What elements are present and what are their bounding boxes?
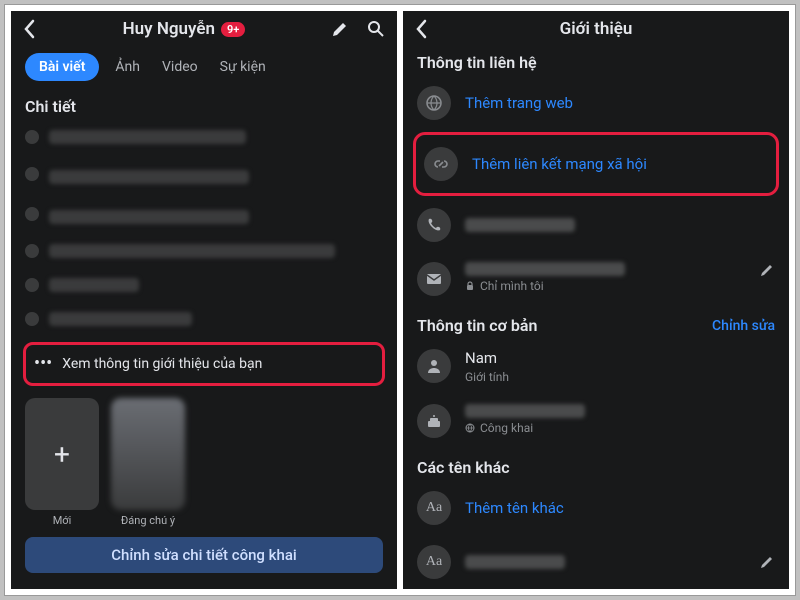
aa-icon: Aa [417, 491, 451, 525]
tab-events[interactable]: Sự kiện [214, 53, 272, 81]
add-website-label: Thêm trang web [465, 94, 775, 112]
add-other-name-label: Thêm tên khác [465, 499, 775, 517]
back-icon[interactable] [415, 19, 429, 39]
story-featured-card[interactable] [111, 398, 185, 510]
basic-info-title: Thông tin cơ bản Chỉnh sửa [403, 306, 789, 339]
other-name-value [465, 555, 565, 569]
edit-icon[interactable] [331, 20, 349, 38]
gender-value: Nam [465, 349, 775, 367]
detail-row [25, 164, 383, 184]
header-title: Huy Nguyễn 9+ [123, 19, 246, 39]
profile-screen: Huy Nguyễn 9+ Bài viết Ảnh Video Sự kiện… [11, 11, 397, 589]
story-new-label: Mới [25, 510, 99, 527]
phone-row[interactable] [403, 198, 789, 252]
privacy-public: Công khai [465, 421, 775, 435]
link-icon [424, 147, 458, 181]
email-row[interactable]: Chỉ mình tôi [403, 252, 789, 306]
other-name-row[interactable]: Aa [403, 535, 789, 589]
detail-row [25, 312, 383, 326]
phone-icon [417, 208, 451, 242]
globe-icon [417, 86, 451, 120]
profile-tabs: Bài viết Ảnh Video Sự kiện [11, 43, 397, 87]
plus-icon: + [54, 438, 70, 471]
edit-icon[interactable] [759, 554, 775, 570]
tab-videos[interactable]: Video [156, 53, 204, 81]
story-new-card[interactable]: + [25, 398, 99, 510]
story-featured-label: Đáng chú ý [111, 510, 185, 527]
header: Giới thiệu [403, 11, 789, 43]
detail-row [25, 204, 383, 224]
header: Huy Nguyễn 9+ [11, 11, 397, 43]
detail-row [25, 278, 383, 292]
profile-name: Huy Nguyễn [123, 19, 215, 39]
gender-sublabel: Giới tính [465, 370, 775, 384]
more-icon: ••• [34, 355, 52, 373]
edit-basic-link[interactable]: Chỉnh sửa [712, 318, 775, 334]
detail-row [25, 130, 383, 144]
add-social-link-highlight: Thêm liên kết mạng xã hội [413, 132, 779, 196]
add-social-label: Thêm liên kết mạng xã hội [472, 155, 768, 173]
privacy-only-me: Chỉ mình tôi [465, 279, 745, 293]
tab-photos[interactable]: Ảnh [109, 53, 146, 81]
add-social-link-row[interactable]: Thêm liên kết mạng xã hội [420, 143, 772, 185]
tab-posts[interactable]: Bài viết [25, 53, 99, 81]
cake-icon [417, 404, 451, 438]
gender-row[interactable]: Nam Giới tính [403, 339, 789, 394]
detail-row [25, 244, 383, 258]
email-value [465, 262, 625, 276]
add-other-name-row[interactable]: Aa Thêm tên khác [403, 481, 789, 535]
birthday-row[interactable]: Công khai [403, 394, 789, 448]
aa-icon: Aa [417, 545, 451, 579]
other-names-title: Các tên khác [403, 448, 789, 481]
add-website-row[interactable]: Thêm trang web [403, 76, 789, 130]
birthday-value [465, 404, 585, 418]
story-highlights: + Mới Đáng chú ý [11, 392, 397, 529]
back-icon[interactable] [23, 19, 37, 39]
edit-public-details-button[interactable]: Chỉnh sửa chi tiết công khai [25, 537, 383, 573]
person-icon [417, 349, 451, 383]
search-icon[interactable] [367, 20, 385, 38]
see-about-label: Xem thông tin giới thiệu của bạn [62, 356, 262, 372]
notification-badge: 9+ [221, 22, 245, 37]
edit-icon[interactable] [759, 262, 775, 278]
header-title: Giới thiệu [560, 19, 633, 39]
details-section-title: Chi tiết [11, 87, 397, 120]
phone-value [465, 218, 575, 232]
contact-info-title: Thông tin liên hệ [403, 43, 789, 76]
about-screen: Giới thiệu Thông tin liên hệ Thêm trang … [403, 11, 789, 589]
see-about-info-row[interactable]: ••• Xem thông tin giới thiệu của bạn [23, 342, 385, 386]
email-icon [417, 262, 451, 296]
